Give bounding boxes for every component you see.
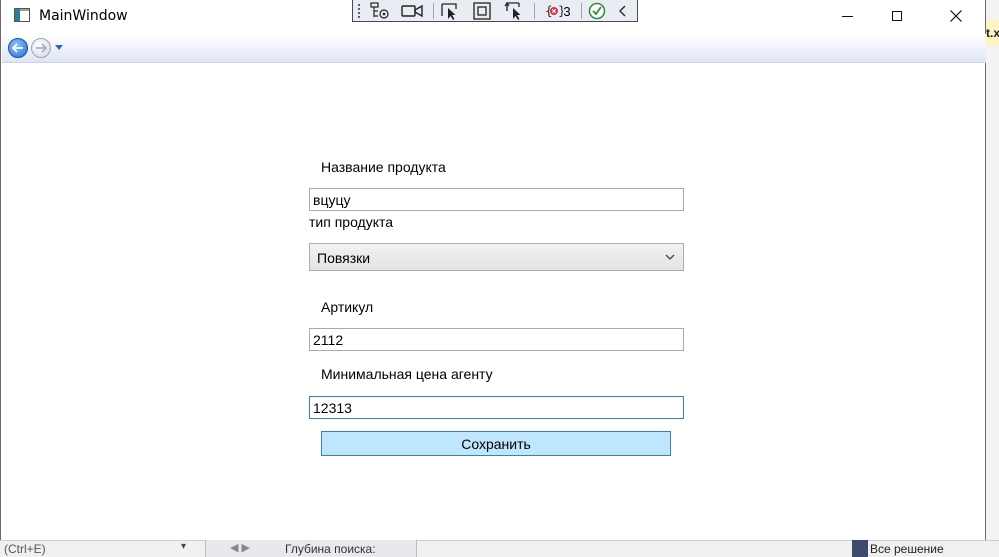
product-type-select[interactable]: Повязки bbox=[309, 243, 684, 271]
maximize-button[interactable] bbox=[874, 0, 920, 32]
minimize-icon bbox=[841, 15, 853, 17]
binding-errors-count: 3 bbox=[563, 3, 571, 19]
close-button[interactable] bbox=[933, 0, 979, 32]
check-circle-icon bbox=[588, 2, 606, 20]
background-scope-label: Все решение bbox=[870, 542, 944, 556]
chevron-down-icon bbox=[665, 254, 675, 260]
window-title: MainWindow bbox=[39, 8, 128, 24]
live-visual-tree-button[interactable] bbox=[369, 2, 391, 20]
forward-button[interactable] bbox=[31, 38, 51, 58]
select-cursor-icon bbox=[441, 3, 457, 20]
display-layout-adorners-button[interactable] bbox=[471, 2, 493, 20]
article-input[interactable] bbox=[309, 328, 684, 351]
background-search-depth-label: Глубина поиска: bbox=[285, 542, 376, 556]
toolbar-separator bbox=[581, 3, 582, 19]
navigation-bar bbox=[2, 34, 986, 63]
background-ide-tab: t.x bbox=[986, 20, 999, 46]
product-type-label: тип продукта bbox=[309, 214, 394, 230]
product-name-label: Название продукта bbox=[321, 159, 446, 175]
toolbar-separator bbox=[433, 3, 434, 19]
background-ide-block bbox=[852, 540, 868, 557]
arrow-left-icon bbox=[12, 43, 23, 53]
record-button[interactable] bbox=[400, 2, 424, 20]
binding-error-icon: { } bbox=[545, 4, 563, 18]
background-search-hint: (Ctrl+E) bbox=[4, 542, 46, 556]
binding-errors-button[interactable]: { } 3 bbox=[541, 2, 575, 20]
maximize-icon bbox=[892, 11, 902, 21]
visual-tree-icon bbox=[370, 2, 389, 19]
main-window: MainWindow {3 Название продукта вцуцу т… bbox=[0, 0, 986, 540]
navigation-history-dropdown[interactable] bbox=[55, 45, 63, 50]
select-element-button[interactable] bbox=[439, 2, 461, 20]
product-name-input[interactable] bbox=[309, 188, 684, 211]
video-camera-icon bbox=[401, 4, 423, 18]
close-icon bbox=[950, 10, 962, 22]
toolbar-grip-handle[interactable] bbox=[355, 2, 363, 20]
minimize-button[interactable] bbox=[824, 0, 870, 32]
runtime-debug-toolbar: { } 3 bbox=[352, 0, 638, 22]
app-window-icon bbox=[14, 8, 30, 22]
track-focus-icon bbox=[504, 2, 521, 20]
chevron-left-icon bbox=[619, 5, 626, 17]
article-label: Артикул bbox=[321, 299, 374, 315]
save-button[interactable]: Сохранить bbox=[321, 431, 671, 456]
background-nav-arrows-icon: ◀ ▶ bbox=[230, 542, 250, 554]
background-chevron-down-icon: ▾ bbox=[181, 541, 187, 552]
background-ide-panel bbox=[986, 0, 999, 557]
back-button[interactable] bbox=[8, 38, 28, 58]
track-focus-button[interactable] bbox=[503, 2, 525, 20]
arrow-right-icon bbox=[36, 43, 47, 53]
toolbar-separator bbox=[534, 3, 535, 19]
product-type-selected-value: Повязки bbox=[317, 250, 371, 266]
hot-reload-status-button[interactable] bbox=[587, 2, 607, 20]
collapse-toolbar-button[interactable] bbox=[615, 2, 631, 20]
min-price-label: Минимальная цена агенту bbox=[321, 366, 493, 382]
layout-adorner-icon bbox=[473, 2, 491, 20]
min-price-input[interactable] bbox=[309, 396, 684, 419]
